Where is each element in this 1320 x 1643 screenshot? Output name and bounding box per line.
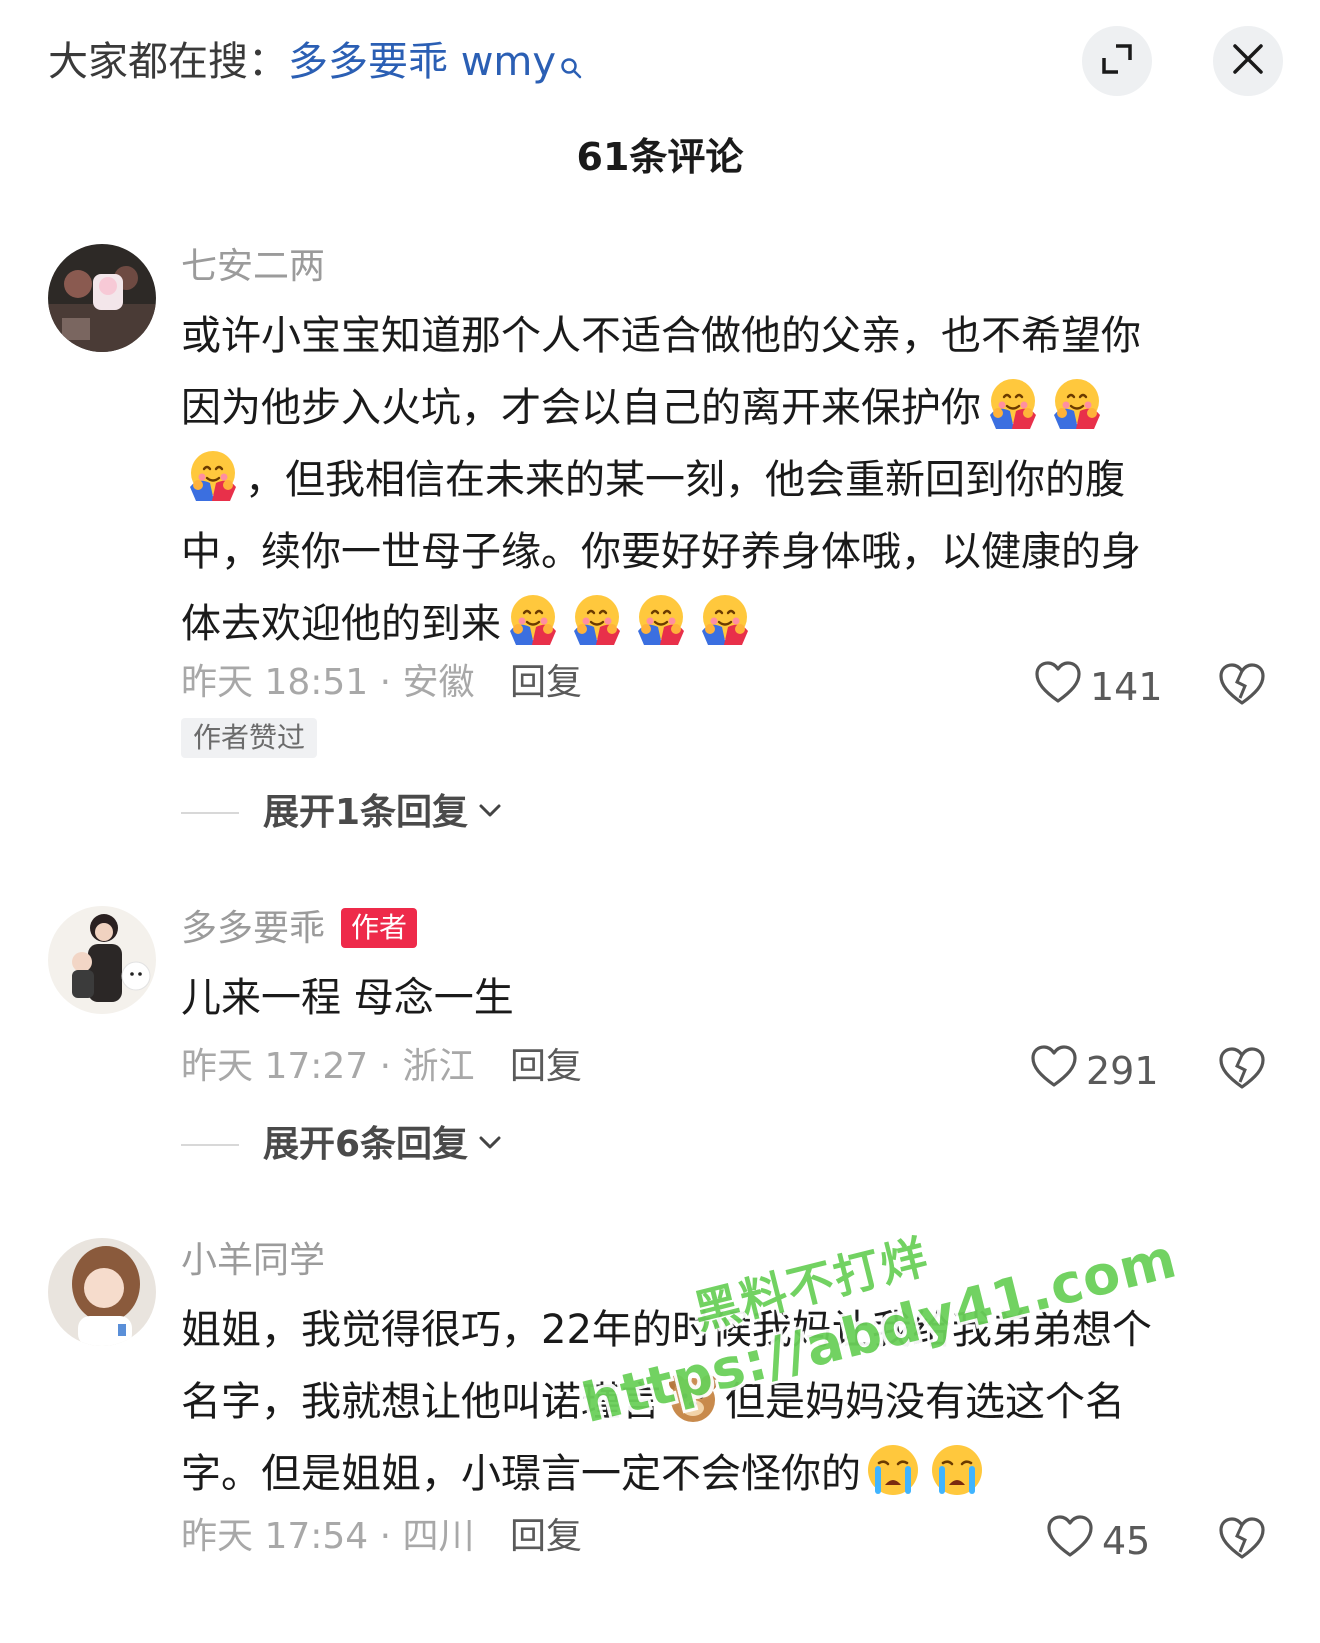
comment-time-location: 昨天 17:54 · 四川 <box>181 1516 475 1557</box>
comment-username[interactable]: 小羊同学 <box>181 1238 325 1284</box>
avatar[interactable] <box>48 244 156 352</box>
expand-button[interactable] <box>1082 26 1152 96</box>
comment-line: 字。但是姐姐，小璟言一定不会怪你的 <box>181 1451 861 1497</box>
trending-search[interactable]: 大家都在搜：多多要乖 wmy <box>48 36 582 92</box>
trending-search-prefix: 大家都在搜： <box>48 39 288 85</box>
avatar[interactable] <box>48 906 156 1014</box>
top-bar: 大家都在搜：多多要乖 wmy <box>0 0 1320 120</box>
like-count: 141 <box>1090 665 1163 709</box>
comment-text: 或许小宝宝知道那个人不适合做他的父亲，也不希望你 因为他步入火坑，才会以自己的离… <box>181 300 1261 660</box>
like-button[interactable]: 291 <box>1030 1044 1159 1098</box>
heart-outline-icon <box>1046 1514 1102 1568</box>
comment-line: 但是妈妈没有选这个名 <box>725 1379 1125 1425</box>
close-button[interactable] <box>1213 26 1283 96</box>
reply-button[interactable]: 回复 <box>510 1044 582 1090</box>
chevron-down-icon <box>478 803 502 823</box>
dislike-button[interactable] <box>1218 1516 1266 1564</box>
crying-face-emoji <box>928 1441 986 1499</box>
expand-icon <box>1100 42 1134 80</box>
avatar[interactable] <box>48 1238 156 1346</box>
comment-time-location: 昨天 18:51 · 安徽 <box>181 662 475 703</box>
broken-heart-icon <box>1218 663 1266 710</box>
divider <box>181 812 239 814</box>
expand-replies[interactable]: 展开6条回复 <box>181 1122 502 1168</box>
like-button[interactable]: 141 <box>1034 660 1163 714</box>
divider <box>181 1144 239 1146</box>
like-count: 45 <box>1102 1519 1151 1563</box>
bear-face-emoji <box>664 1369 722 1427</box>
broken-heart-icon <box>1218 1517 1266 1564</box>
close-icon <box>1232 43 1264 79</box>
comment-line: 体去欢迎他的到来 <box>181 601 501 647</box>
expand-replies-label: 展开1条回复 <box>263 792 469 833</box>
dislike-button[interactable] <box>1218 662 1266 710</box>
hugging-face-emoji <box>632 591 690 649</box>
reply-button[interactable]: 回复 <box>510 660 582 706</box>
broken-heart-icon <box>1218 1047 1266 1094</box>
comment-line: 名字，我就想让他叫诺瑾言 <box>181 1379 661 1425</box>
comment-count-title: 61条评论 <box>576 135 744 179</box>
trending-search-term[interactable]: 多多要乖 wmy <box>288 39 556 85</box>
search-icon <box>560 40 582 92</box>
comment-line: 儿来一程 母念一生 <box>181 975 514 1021</box>
like-count: 291 <box>1086 1049 1159 1093</box>
comment-time-location: 昨天 17:27 · 浙江 <box>181 1046 475 1087</box>
comment-line: 因为他步入火坑，才会以自己的离开来保护你 <box>181 385 981 431</box>
chevron-down-icon <box>478 1135 502 1155</box>
comment-username[interactable]: 七安二两 <box>181 244 325 290</box>
heart-outline-icon <box>1030 1044 1086 1098</box>
expand-replies-label: 展开6条回复 <box>263 1124 469 1165</box>
comment-username[interactable]: 多多要乖 作者 <box>181 906 418 952</box>
dislike-button[interactable] <box>1218 1046 1266 1094</box>
comment-line: ，但我相信在未来的某一刻，他会重新回到你的腹 <box>245 457 1125 503</box>
comment-text: 姐姐，我觉得很巧，22年的时候我妈让我给我弟弟想个 名字，我就想让他叫诺瑾言 但是… <box>181 1294 1261 1510</box>
hugging-face-emoji <box>568 591 626 649</box>
like-button[interactable]: 45 <box>1046 1514 1150 1568</box>
comment-line: 或许小宝宝知道那个人不适合做他的父亲，也不希望你 <box>181 313 1141 359</box>
comment-line: 姐姐，我觉得很巧，22年的时候我妈让我给我弟弟想个 <box>181 1307 1152 1353</box>
crying-face-emoji <box>864 1441 922 1499</box>
reply-button[interactable]: 回复 <box>510 1514 582 1560</box>
username-text: 多多要乖 <box>181 908 326 949</box>
author-liked-tag: 作者赞过 <box>181 718 318 758</box>
comment-text: 儿来一程 母念一生 <box>181 962 1261 1034</box>
author-badge: 作者 <box>341 908 418 948</box>
expand-replies[interactable]: 展开1条回复 <box>181 790 502 836</box>
hugging-face-emoji <box>1048 375 1106 433</box>
hugging-face-emoji <box>696 591 754 649</box>
hugging-face-emoji <box>984 375 1042 433</box>
comment-line: 中，续你一世母子缘。你要好好养身体哦，以健康的身 <box>181 529 1141 575</box>
heart-outline-icon <box>1034 660 1090 714</box>
hugging-face-emoji <box>184 447 242 505</box>
hugging-face-emoji <box>504 591 562 649</box>
